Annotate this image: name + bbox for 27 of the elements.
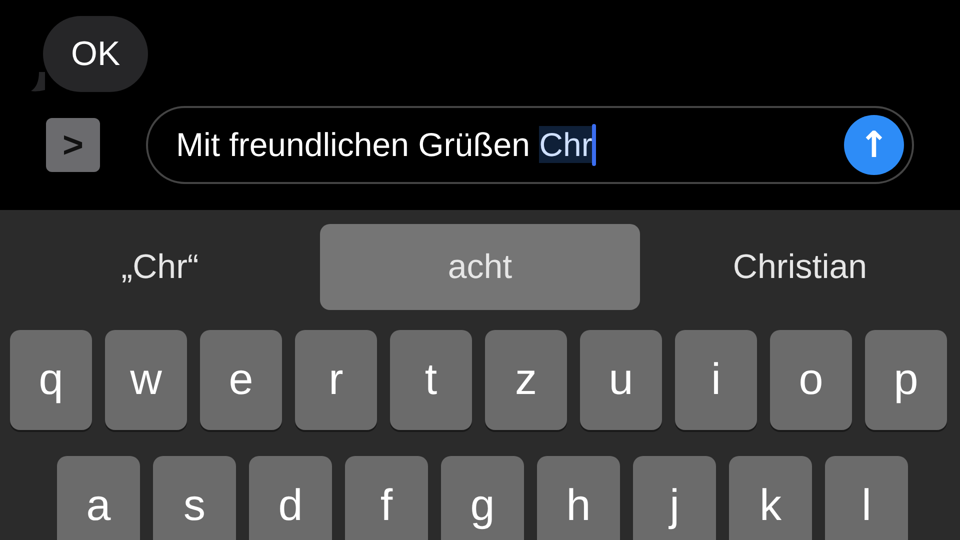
expand-button[interactable]: >	[46, 118, 100, 172]
key[interactable]: e	[200, 330, 282, 430]
bubble-tail	[31, 72, 45, 92]
key[interactable]: p	[865, 330, 947, 430]
message-field[interactable]: Mit freundlichen Grüßen Chr ↑	[146, 106, 914, 184]
key[interactable]: u	[580, 330, 662, 430]
key[interactable]: t	[390, 330, 472, 430]
key[interactable]: h	[537, 456, 620, 540]
key[interactable]: w	[105, 330, 187, 430]
key[interactable]: r	[295, 330, 377, 430]
key[interactable]: l	[825, 456, 908, 540]
key[interactable]: d	[249, 456, 332, 540]
key[interactable]: s	[153, 456, 236, 540]
key[interactable]: g	[441, 456, 524, 540]
suggestion[interactable]: acht	[320, 224, 640, 310]
send-button[interactable]: ↑	[844, 115, 904, 175]
message-text: Mit freundlichen Grüßen Chr	[176, 126, 592, 164]
key[interactable]: i	[675, 330, 757, 430]
key[interactable]: k	[729, 456, 812, 540]
key[interactable]: o	[770, 330, 852, 430]
key[interactable]: f	[345, 456, 428, 540]
key[interactable]: z	[485, 330, 567, 430]
key[interactable]: a	[57, 456, 140, 540]
suggestion[interactable]: Christian	[640, 224, 960, 310]
key[interactable]: q	[10, 330, 92, 430]
suggestion[interactable]: „Chr“	[0, 224, 320, 310]
key[interactable]: j	[633, 456, 716, 540]
